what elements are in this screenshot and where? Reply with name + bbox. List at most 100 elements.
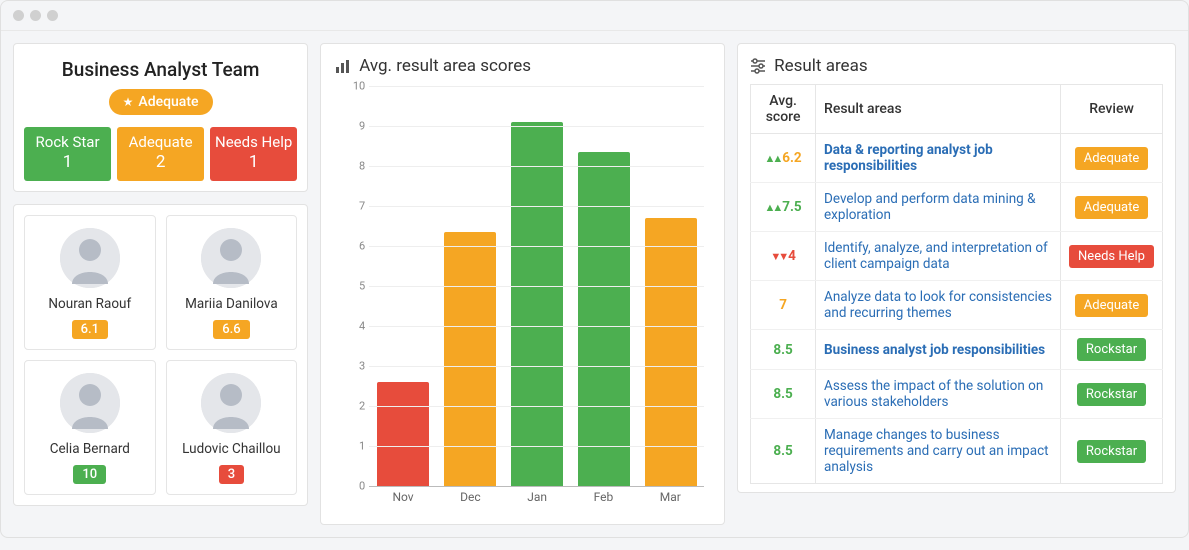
result-row: 8.5 Assess the impact of the solution on … [751, 370, 1163, 419]
review-badge: Rockstar [1077, 383, 1146, 406]
review-badge: Adequate [1075, 294, 1148, 317]
result-row: ▲▲7.5Develop and perform data mining & e… [751, 183, 1163, 232]
result-score: 8.5 [751, 419, 816, 484]
chart-bar[interactable] [377, 382, 429, 486]
result-areas-panel: Result areas Avg. score Result areas Rev… [737, 43, 1176, 493]
result-area: Business analyst job responsibilities [816, 330, 1061, 370]
team-members-card: Nouran Raouf 6.1 Mariia Danilova 6.6 Celia B… [13, 204, 308, 506]
chart-gridline [369, 126, 704, 127]
member-name: Celia Bernard [50, 441, 130, 457]
chart-gridline [369, 246, 704, 247]
result-area: Manage changes to business requirements … [816, 419, 1061, 484]
member-card[interactable]: Celia Bernard10 [24, 360, 156, 495]
result-score-value: 7.5 [782, 199, 801, 215]
result-score-value: 6.2 [782, 150, 801, 166]
result-areas-title-row: Result areas [750, 56, 1163, 76]
chart-x-tick: Dec [460, 490, 481, 510]
result-score: 8.5 [751, 330, 816, 370]
result-areas-table: Avg. score Result areas Review ▲▲6.2Data… [750, 84, 1163, 484]
member-score: 3 [219, 465, 244, 484]
avatar [201, 228, 261, 288]
result-review-cell: Rockstar [1061, 419, 1163, 484]
member-score: 6.6 [213, 320, 249, 339]
avatar [60, 373, 120, 433]
avatar [60, 228, 120, 288]
chart-plot: 012345678910 [369, 86, 704, 486]
window-titlebar [1, 1, 1188, 31]
chart-y-tick: 0 [343, 480, 365, 493]
chart-y-tick: 5 [343, 280, 365, 293]
chart-gridline [369, 166, 704, 167]
chart-gridline [369, 286, 704, 287]
result-score: ▼▼4 [751, 232, 816, 281]
result-area-link[interactable]: Data & reporting analyst job responsibil… [824, 142, 993, 174]
chart-y-tick: 2 [343, 400, 365, 413]
chart-bar[interactable] [578, 152, 630, 486]
member-card[interactable]: Ludovic Chaillou3 [166, 360, 298, 495]
result-review-cell: Adequate [1061, 183, 1163, 232]
review-badge: Rockstar [1077, 338, 1146, 361]
result-area-link[interactable]: Manage changes to business requirements … [824, 427, 1049, 475]
chart-gridline [369, 326, 704, 327]
result-area-link[interactable]: Assess the impact of the solution on var… [824, 378, 1043, 410]
team-count-box[interactable]: Adequate2 [117, 127, 204, 181]
chart-x-tick: Nov [392, 490, 413, 510]
result-score-value: 8.5 [773, 386, 792, 402]
avatar [201, 373, 261, 433]
th-score[interactable]: Avg. score [751, 85, 816, 134]
result-score: 8.5 [751, 370, 816, 419]
chart-bar[interactable] [444, 232, 496, 486]
star-icon: ★ [123, 95, 134, 109]
team-overall-label: Adequate [138, 94, 198, 110]
result-review-cell: Adequate [1061, 134, 1163, 183]
th-review[interactable]: Review [1061, 85, 1163, 134]
trend-up-icon: ▲▲ [764, 201, 780, 214]
th-area[interactable]: Result areas [816, 85, 1061, 134]
team-count-value: 1 [26, 152, 109, 173]
result-area: Assess the impact of the solution on var… [816, 370, 1061, 419]
result-row: 8.5 Manage changes to business requiremen… [751, 419, 1163, 484]
result-area-link[interactable]: Business analyst job responsibilities [824, 342, 1045, 358]
result-score-value: 7 [779, 297, 787, 313]
member-score: 6.1 [72, 320, 108, 339]
result-score: 7 [751, 281, 816, 330]
result-area: Identify, analyze, and interpretation of… [816, 232, 1061, 281]
member-card[interactable]: Nouran Raouf 6.1 [24, 215, 156, 350]
member-card[interactable]: Mariia Danilova 6.6 [166, 215, 298, 350]
result-review-cell: Needs Help [1061, 232, 1163, 281]
result-area-link[interactable]: Develop and perform data mining & explor… [824, 191, 1036, 223]
window-dot [47, 10, 58, 21]
chart-gridline [369, 86, 704, 87]
result-score-value: 4 [788, 248, 796, 264]
chart-gridline [369, 366, 704, 367]
chart-x-labels: NovDecJanFebMar [369, 490, 704, 510]
result-area: Analyze data to look for consistencies a… [816, 281, 1061, 330]
result-area-link[interactable]: Analyze data to look for consistencies a… [824, 289, 1052, 321]
result-row: ▲▲6.2 Data & reporting analyst job respon… [751, 134, 1163, 183]
dashboard-content: Business Analyst Team ★ Adequate Rock St… [1, 31, 1188, 537]
chart-x-tick: Jan [527, 490, 547, 510]
result-score-value: 8.5 [773, 443, 792, 459]
result-row: ▼▼4Identify, analyze, and interpretation… [751, 232, 1163, 281]
member-name: Mariia Danilova [185, 296, 278, 312]
chart-y-tick: 4 [343, 320, 365, 333]
result-row: 8.5 Business analyst job responsibilities… [751, 330, 1163, 370]
team-count-label: Needs Help [215, 133, 292, 151]
team-count-box[interactable]: Rock Star1 [24, 127, 111, 181]
member-name: Nouran Raouf [48, 296, 131, 312]
result-area-link[interactable]: Identify, analyze, and interpretation of… [824, 240, 1048, 272]
team-count-box[interactable]: Needs Help1 [210, 127, 297, 181]
chart-area: 012345678910 NovDecJanFebMar [335, 80, 710, 510]
sliders-icon [750, 58, 766, 74]
trend-up-icon: ▲▲ [764, 152, 780, 165]
chart-panel: Avg. result area scores 012345678910 Nov… [320, 43, 725, 525]
chart-y-tick: 1 [343, 440, 365, 453]
result-score: ▲▲7.5 [751, 183, 816, 232]
chart-bar[interactable] [511, 122, 563, 486]
result-score-value: 8.5 [773, 342, 792, 358]
chart-y-tick: 8 [343, 160, 365, 173]
chart-gridline [369, 406, 704, 407]
review-badge: Adequate [1075, 196, 1148, 219]
team-count-label: Adequate [129, 133, 193, 151]
chart-y-tick: 6 [343, 240, 365, 253]
